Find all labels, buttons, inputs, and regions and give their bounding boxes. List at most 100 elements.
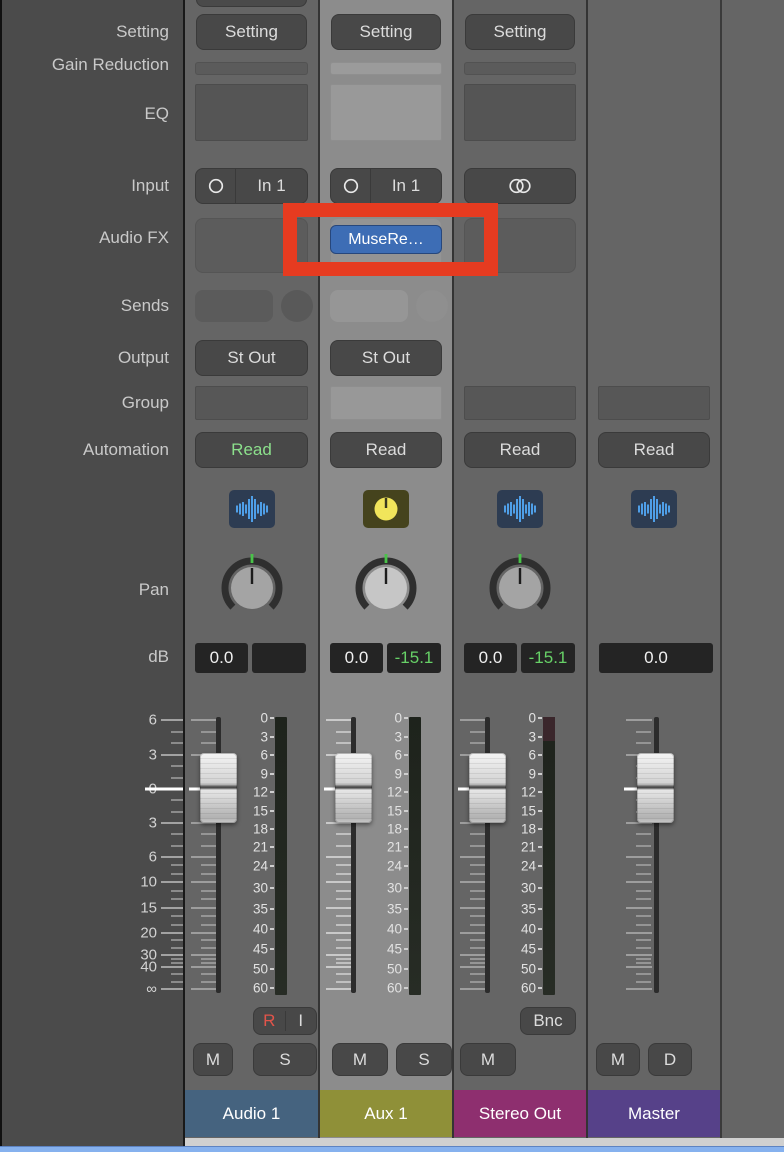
mute-button[interactable]: M	[332, 1043, 388, 1076]
fader-scale-tick	[161, 719, 183, 721]
fader-minor-tick	[636, 864, 651, 866]
fader-tick	[626, 881, 652, 883]
volume-value[interactable]: 0.0	[195, 643, 248, 673]
meter-scale-tick	[538, 887, 542, 889]
meter-scale-label: 12	[253, 785, 268, 800]
solo-button[interactable]: S	[253, 1043, 317, 1076]
input-value[interactable]: In 1	[371, 176, 441, 196]
input-monitor-button[interactable]: I	[286, 1011, 317, 1031]
meter-scale-label: 15	[387, 804, 402, 819]
row-label-column: Setting Gain Reduction EQ Input Audio FX…	[0, 0, 185, 1146]
label-gain-reduction: Gain Reduction	[2, 55, 169, 75]
waveform-icon[interactable]	[497, 490, 543, 528]
record-enable-button[interactable]: R	[254, 1011, 286, 1031]
meter-db-scale: 03691215182124303540455060	[320, 715, 452, 997]
fader-cap[interactable]	[637, 753, 674, 823]
mute-button[interactable]: M	[596, 1043, 640, 1076]
setting-button[interactable]: Setting	[331, 14, 441, 50]
mono-circle-icon[interactable]	[331, 169, 371, 203]
volume-value[interactable]: 0.0	[599, 643, 713, 673]
automation-mode-button[interactable]: Read	[330, 432, 442, 468]
meter-scale-tick	[404, 773, 408, 775]
meter-scale-label: 9	[394, 767, 402, 782]
mute-button[interactable]: M	[460, 1043, 516, 1076]
meter-scale-tick	[538, 968, 542, 970]
setting-button[interactable]: Setting	[465, 14, 575, 50]
fader-scale-minor-tick	[171, 898, 183, 900]
fader-scale-tick	[161, 881, 183, 883]
meter-scale-tick	[538, 908, 542, 910]
meter-scale-tick	[404, 865, 408, 867]
fader-minor-tick	[636, 845, 651, 847]
volume-value[interactable]: 0.0	[464, 643, 517, 673]
waveform-icon[interactable]	[229, 490, 275, 528]
meter-scale-label: 60	[253, 981, 268, 996]
input-button[interactable]: In 1	[330, 168, 442, 204]
send-slot[interactable]	[195, 290, 273, 322]
fader-minor-tick	[636, 890, 651, 892]
mute-button[interactable]: M	[193, 1043, 233, 1076]
solo-button[interactable]: S	[396, 1043, 452, 1076]
fader-scale-minor-tick	[171, 981, 183, 983]
pan-knob[interactable]	[220, 554, 284, 624]
channel-name[interactable]: Aux 1	[320, 1090, 452, 1137]
fader-minor-tick	[636, 742, 651, 744]
meter-scale-label: 9	[528, 767, 536, 782]
volume-value[interactable]: 0.0	[330, 643, 383, 673]
channel-name[interactable]: Audio 1	[185, 1090, 318, 1137]
pan-knob[interactable]	[488, 554, 552, 624]
horizontal-scrollbar[interactable]	[0, 1146, 784, 1152]
automation-mode-button[interactable]: Read	[464, 432, 576, 468]
peak-level-value[interactable]: -15.1	[521, 643, 575, 673]
stereo-circles-icon	[506, 178, 534, 194]
output-button[interactable]: St Out	[330, 340, 442, 376]
group-slot[interactable]	[330, 386, 442, 420]
bounce-button[interactable]: Bnc	[520, 1007, 576, 1035]
meter-scale-tick	[270, 810, 274, 812]
meter-scale-tick	[270, 791, 274, 793]
meter-scale-tick	[404, 754, 408, 756]
fader-scale-minor-tick	[171, 811, 183, 813]
setting-button[interactable]: Setting	[196, 14, 307, 50]
mono-circle-icon[interactable]	[196, 169, 236, 203]
send-knob[interactable]	[281, 290, 313, 322]
meter-scale-tick	[270, 968, 274, 970]
meter-scale-label: 30	[253, 881, 268, 896]
send-slot[interactable]	[330, 290, 408, 322]
input-value[interactable]: In 1	[236, 176, 307, 196]
group-slot[interactable]	[598, 386, 710, 420]
group-slot[interactable]	[195, 386, 308, 420]
waveform-icon[interactable]	[631, 490, 677, 528]
meter-scale-tick	[404, 846, 408, 848]
fader-tick	[626, 988, 652, 990]
eq-display[interactable]	[195, 84, 308, 141]
channel-name[interactable]: Master	[588, 1090, 720, 1137]
fader-minor-tick	[636, 924, 651, 926]
knob-icon[interactable]	[363, 490, 409, 528]
record-input-monitor-buttons[interactable]: R I	[253, 1007, 317, 1035]
eq-display[interactable]	[330, 84, 442, 141]
channel-name[interactable]: Stereo Out	[454, 1090, 586, 1137]
dim-button[interactable]: D	[648, 1043, 692, 1076]
pan-knob[interactable]	[354, 554, 418, 624]
fader-scale-minor-tick	[171, 777, 183, 779]
meter-scale-label: 15	[253, 804, 268, 819]
automation-mode-button[interactable]: Read	[195, 432, 308, 468]
output-button[interactable]: St Out	[195, 340, 308, 376]
fader-scale-tick	[161, 988, 183, 990]
automation-mode-button[interactable]: Read	[598, 432, 710, 468]
fader-scale-tick	[161, 907, 183, 909]
meter-scale-label: 3	[394, 730, 402, 745]
fader-scale-minor-tick	[171, 873, 183, 875]
eq-display[interactable]	[464, 84, 576, 141]
fader-scale-tick	[161, 822, 183, 824]
meter-scale-tick	[538, 810, 542, 812]
send-knob[interactable]	[416, 290, 448, 322]
input-button[interactable]	[464, 168, 576, 204]
group-slot[interactable]	[464, 386, 576, 420]
peak-level-value[interactable]	[252, 643, 306, 673]
meter-peak-segment	[543, 717, 555, 741]
peak-level-value[interactable]: -15.1	[387, 643, 441, 673]
meter-scale-tick	[404, 887, 408, 889]
input-button[interactable]: In 1	[195, 168, 308, 204]
